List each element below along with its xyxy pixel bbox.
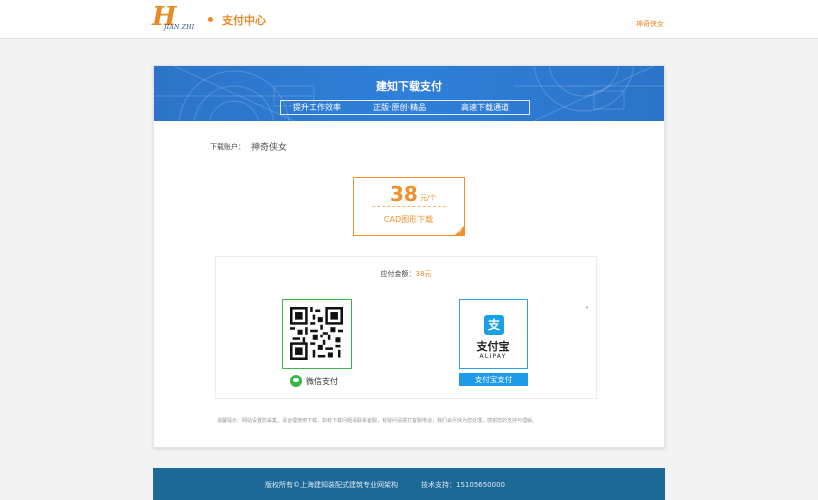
account-value: 神奇侠女: [251, 143, 288, 153]
payable-amount-label: 应付金额：: [380, 270, 416, 278]
logo-subtext: JIAN ZHI: [164, 24, 195, 31]
price-amount: 38: [390, 182, 418, 206]
wechat-qr-code[interactable]: [282, 299, 352, 369]
footer-support: 技术支持：15105650000: [421, 481, 505, 489]
banner-title: 建知下载支付: [376, 80, 442, 93]
panel-marker-icon: ◂: [584, 304, 588, 311]
alipay-name: 支付宝: [476, 340, 510, 353]
price-option[interactable]: 38 元/个 CAD图形下载 ✓: [353, 177, 465, 236]
footer: 版权所有©上海建知装配式建筑专业网架构 技术支持：15105650000: [153, 468, 665, 500]
payment-card: 建知下载支付 提升工作效率 正版·原创·精品 高速下载通道 下载账户： 神奇侠女…: [153, 65, 665, 448]
price-divider: [372, 206, 446, 207]
title-dot-icon: [208, 17, 213, 22]
alipay-card[interactable]: 支 支付宝 ALIPAY: [459, 299, 528, 369]
site-logo[interactable]: H JIAN ZHI: [152, 2, 204, 33]
page-title: 支付中心: [222, 14, 266, 27]
check-icon: ✓: [457, 228, 463, 235]
footer-copyright: 版权所有©上海建知装配式建筑专业网架构: [265, 481, 398, 489]
payable-amount: 应付金额：38元: [216, 269, 596, 279]
alipay-english-name: ALIPAY: [479, 353, 507, 360]
banner-tag: 高速下载通道: [461, 103, 509, 112]
alipay-icon: 支: [484, 315, 504, 335]
payable-amount-value: 38元: [415, 270, 432, 278]
account-label: 下载账户：: [210, 143, 245, 151]
price-unit: 元/个: [420, 194, 437, 202]
banner-tags: 提升工作效率 正版·原创·精品 高速下载通道: [280, 100, 530, 115]
price-type: CAD图形下载: [383, 215, 434, 224]
alipay-pay-button[interactable]: 支付宝支付: [459, 373, 528, 386]
qr-code-icon: [290, 307, 343, 360]
banner-tag: 提升工作效率: [293, 103, 341, 112]
payment-panel: 应付金额：38元 微信支付 支 支付宝 ALIPAY 支付宝支付 ◂: [215, 256, 597, 399]
notice-text: 温馨提示：网站设置防采集，请合理使用下载，如有下载问题请联系客服，有疑问请拨打客…: [217, 418, 538, 424]
payment-banner: 建知下载支付 提升工作效率 正版·原创·精品 高速下载通道: [154, 66, 664, 121]
wechat-icon: [290, 375, 302, 387]
top-bar: H JIAN ZHI 支付中心 神奇侠女: [0, 0, 818, 39]
wechat-pay-label: 微信支付: [306, 377, 338, 386]
banner-tag: 正版·原创·精品: [373, 103, 427, 112]
user-name-link[interactable]: 神奇侠女: [636, 19, 664, 29]
